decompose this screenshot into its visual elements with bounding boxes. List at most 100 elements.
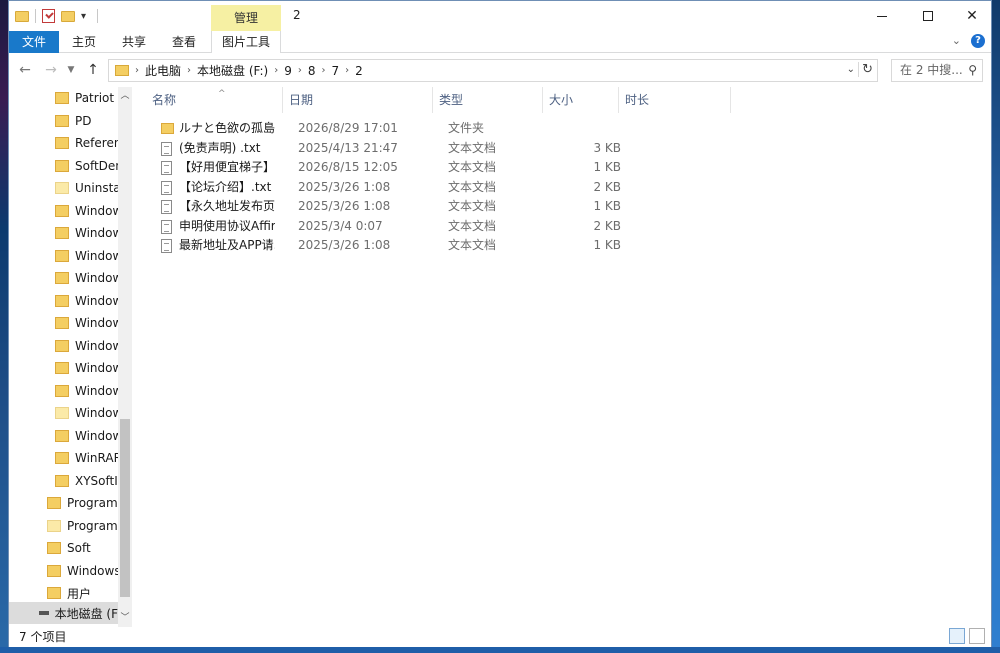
column-header-size[interactable]: 大小 bbox=[543, 87, 619, 113]
nav-folder-label: Windows bbox=[67, 563, 118, 578]
file-type: 文本文档 bbox=[448, 179, 497, 194]
navigation-bar: ← → ▼ ↑ › 此电脑 › 本地磁盘 (F:) › 9 › 8 › 7 › … bbox=[9, 54, 991, 87]
text-file-icon bbox=[161, 141, 172, 156]
search-icon: ⚲ bbox=[968, 63, 977, 77]
properties-icon[interactable] bbox=[42, 9, 55, 23]
column-header-name[interactable]: ^ 名称 bbox=[146, 87, 283, 113]
tab-view[interactable]: 查看 bbox=[159, 31, 209, 53]
nav-folder-label: Window bbox=[75, 406, 118, 420]
column-header-date[interactable]: 日期 bbox=[283, 87, 433, 113]
breadcrumb-chevron-icon[interactable]: › bbox=[135, 65, 139, 76]
new-folder-icon[interactable] bbox=[61, 10, 75, 22]
breadcrumb-this-pc[interactable]: 此电脑 bbox=[145, 62, 181, 79]
breadcrumb-folder-8[interactable]: 8 bbox=[308, 64, 316, 78]
nav-folder-item[interactable]: Windows bbox=[47, 560, 118, 582]
nav-folder-item[interactable]: Referen bbox=[55, 132, 118, 154]
up-button[interactable]: ↑ bbox=[83, 60, 103, 80]
nav-drive-item[interactable]: 本地磁盘 (F bbox=[9, 602, 118, 624]
nav-scrollbar[interactable]: ︿ ﹀ bbox=[118, 87, 132, 627]
nav-folder-label: Window bbox=[75, 316, 118, 330]
close-button[interactable]: ✕ bbox=[949, 1, 995, 31]
back-button[interactable]: ← bbox=[15, 60, 35, 80]
nav-folder-item[interactable]: Uninstal bbox=[55, 177, 118, 199]
search-input[interactable]: 在 2 中搜... ⚲ bbox=[891, 59, 983, 82]
nav-folder-item[interactable]: Soft bbox=[47, 537, 118, 559]
nav-folder-label: PD bbox=[75, 113, 92, 128]
details-view-icon[interactable] bbox=[949, 628, 965, 644]
maximize-icon bbox=[923, 11, 933, 21]
item-count: 7 个项目 bbox=[19, 630, 67, 644]
breadcrumb-chevron-icon[interactable]: › bbox=[322, 65, 326, 76]
file-row[interactable]: 【永久地址发布页... 2025/3/26 1:08 文本文档 1 KB bbox=[151, 197, 621, 217]
tab-home[interactable]: 主页 bbox=[59, 31, 109, 53]
column-header-duration[interactable]: 时长 bbox=[619, 87, 731, 113]
nav-folder-label: Referen bbox=[75, 136, 118, 150]
file-row[interactable]: 最新地址及APP请... 2025/3/26 1:08 文本文档 1 KB bbox=[151, 236, 621, 256]
breadcrumb-chevron-icon[interactable]: › bbox=[187, 65, 191, 76]
large-icons-view-icon[interactable] bbox=[969, 628, 985, 644]
scroll-down-icon[interactable]: ﹀ bbox=[118, 611, 132, 625]
file-row[interactable]: ルナと色欲の孤島d... 2026/8/29 17:01 文件夹 bbox=[151, 119, 621, 139]
breadcrumb-folder-2[interactable]: 2 bbox=[355, 64, 363, 78]
nav-folder-item[interactable]: WinRAR bbox=[55, 447, 118, 469]
recent-locations-button[interactable]: ▼ bbox=[61, 60, 81, 80]
help-icon[interactable]: ? bbox=[971, 34, 985, 48]
quick-access-toolbar: ▾ bbox=[15, 7, 98, 25]
file-type: 文本文档 bbox=[448, 238, 497, 252]
nav-folder-item[interactable]: Window bbox=[55, 200, 118, 222]
tab-picture-tools[interactable]: 图片工具 bbox=[211, 31, 281, 53]
customize-toolbar-icon[interactable]: ▾ bbox=[81, 11, 91, 22]
nav-folder-item[interactable]: Patriot bbox=[55, 87, 118, 109]
maximize-button[interactable] bbox=[905, 1, 951, 31]
nav-folder-label: XYSoftIr bbox=[75, 473, 118, 488]
nav-folder-item[interactable]: Window bbox=[55, 267, 118, 289]
nav-folder-item[interactable]: Window bbox=[55, 357, 118, 379]
file-type: 文本文档 bbox=[448, 140, 497, 155]
nav-folder-item[interactable]: Window bbox=[55, 425, 118, 447]
nav-folder-item[interactable]: Window bbox=[55, 402, 118, 424]
file-row[interactable]: 【论坛介绍】.txt 2025/3/26 1:08 文本文档 2 KB bbox=[151, 178, 621, 198]
tab-file[interactable]: 文件 bbox=[9, 31, 59, 53]
address-dropdown-icon[interactable]: ⌄ bbox=[847, 64, 855, 75]
breadcrumb-chevron-icon[interactable]: › bbox=[345, 65, 349, 76]
explorer-window: ▾ 管理 2 ✕ 文件 主页 共享 查看 图片工具 ⌄ ? ← → ▼ ↑ › … bbox=[8, 0, 992, 647]
refresh-icon[interactable]: ↻ bbox=[858, 62, 873, 77]
breadcrumb-folder-9[interactable]: 9 bbox=[284, 64, 292, 78]
nav-folder-item[interactable]: Window bbox=[55, 245, 118, 267]
file-row[interactable]: (免责声明) .txt 2025/4/13 21:47 文本文档 3 KB bbox=[151, 139, 621, 159]
file-date: 2025/3/26 1:08 bbox=[298, 179, 391, 194]
column-header-type[interactable]: 类型 bbox=[433, 87, 543, 113]
nav-folder-item[interactable]: Window bbox=[55, 222, 118, 244]
nav-folder-label: Window bbox=[75, 428, 118, 443]
title-bar: ▾ 管理 2 ✕ bbox=[9, 1, 991, 31]
nav-folder-item[interactable]: ProgramD bbox=[47, 515, 118, 537]
breadcrumb-folder-7[interactable]: 7 bbox=[332, 64, 340, 78]
nav-folder-item[interactable]: XYSoftIr bbox=[55, 470, 118, 492]
nav-folder-item[interactable]: PD bbox=[55, 110, 118, 132]
expand-ribbon-icon[interactable]: ⌄ bbox=[952, 34, 961, 48]
nav-folder-item[interactable]: Window bbox=[55, 335, 118, 357]
folder-icon bbox=[55, 249, 69, 262]
folder-icon bbox=[55, 294, 69, 307]
toolbar-divider bbox=[97, 9, 98, 23]
nav-folder-item[interactable]: Window bbox=[55, 312, 118, 334]
file-row[interactable]: 【好用便宜梯子】.txt 2026/8/15 12:05 文本文档 1 KB bbox=[151, 158, 621, 178]
file-row[interactable]: 申明使用协议Affir... 2025/3/4 0:07 文本文档 2 KB bbox=[151, 217, 621, 237]
file-date: 2025/3/26 1:08 bbox=[298, 199, 391, 213]
nav-folder-item[interactable]: 用户 bbox=[47, 582, 118, 604]
tab-share[interactable]: 共享 bbox=[109, 31, 159, 53]
scroll-up-icon[interactable]: ︿ bbox=[118, 89, 132, 103]
scrollbar-thumb[interactable] bbox=[120, 419, 130, 597]
manage-contextual-tab[interactable]: 管理 bbox=[211, 5, 281, 31]
nav-folder-item[interactable]: Window bbox=[55, 380, 118, 402]
nav-folder-item[interactable]: Program bbox=[47, 492, 118, 514]
minimize-button[interactable] bbox=[859, 1, 905, 31]
sort-ascending-icon: ^ bbox=[218, 89, 226, 99]
address-bar[interactable]: › 此电脑 › 本地磁盘 (F:) › 9 › 8 › 7 › 2 ⌄ ↻ bbox=[108, 59, 878, 82]
forward-button[interactable]: → bbox=[41, 60, 61, 80]
breadcrumb-chevron-icon[interactable]: › bbox=[274, 65, 278, 76]
breadcrumb-chevron-icon[interactable]: › bbox=[298, 65, 302, 76]
nav-folder-item[interactable]: SoftDen bbox=[55, 155, 118, 177]
nav-folder-item[interactable]: Window bbox=[55, 290, 118, 312]
breadcrumb-drive[interactable]: 本地磁盘 (F:) bbox=[197, 62, 268, 79]
